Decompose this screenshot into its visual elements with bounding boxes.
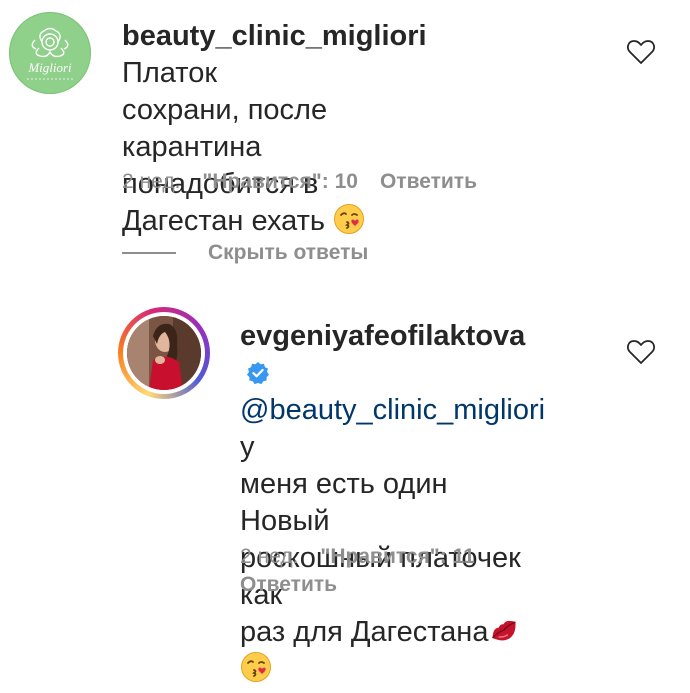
hide-replies-label: Скрыть ответы [208,241,369,264]
like-heart-icon[interactable] [626,38,656,66]
comment-meta: 2 нед. "Нравится": 10 Ответить [122,170,477,194]
likes-count[interactable]: "Нравится": 10 [202,170,358,193]
like-heart-icon[interactable] [626,338,656,366]
reply-text-line: у [240,431,255,463]
avatar-photo [127,316,201,390]
reply-button[interactable]: Ответить [380,170,477,193]
reply-button[interactable]: Ответить [240,573,337,596]
comment-text-line: Платок [122,57,218,89]
reply-text: evgeniyafeofilaktova @beauty_clinic_migl… [240,318,545,688]
comment-time[interactable]: 2 нед. [122,170,180,193]
lips-emoji [488,614,520,646]
reply-meta-second-line: Ответить [240,573,337,597]
comment-username[interactable]: beauty_clinic_migliori [122,20,427,52]
likes-count[interactable]: "Нравится": 11 [320,545,474,568]
hide-replies-button[interactable]: Скрыть ответы [122,238,368,268]
kissing-face-emoji [240,651,272,683]
reply-time[interactable]: 2 нед. [240,545,298,568]
reply-username-line: evgeniyafeofilaktova [240,318,545,392]
comment-line: сохрани, после карантина [122,94,328,163]
divider [122,252,176,254]
avatar[interactable] [118,307,210,399]
reply-text-line: раз для Дагестана [240,616,489,648]
reply-username[interactable]: evgeniyafeofilaktova [240,320,525,352]
avatar-text: Migliori [27,60,72,75]
comment-text: beauty_clinic_migliori Платок сохрани, п… [122,18,427,240]
verified-badge-icon [246,358,270,385]
kissing-face-emoji [333,203,365,235]
reply-line: меня есть один Новый [240,468,448,537]
reply-meta: 2 нед. "Нравится": 11 [240,545,475,569]
mention-link[interactable]: @beauty_clinic_migliori [240,394,545,426]
comment-line: beauty_clinic_migliori Платок [122,18,427,92]
avatar[interactable]: Migliori [9,12,91,94]
reply-line: раз для Дагестана [240,614,545,688]
reply-line: @beauty_clinic_migliori у [240,392,545,466]
